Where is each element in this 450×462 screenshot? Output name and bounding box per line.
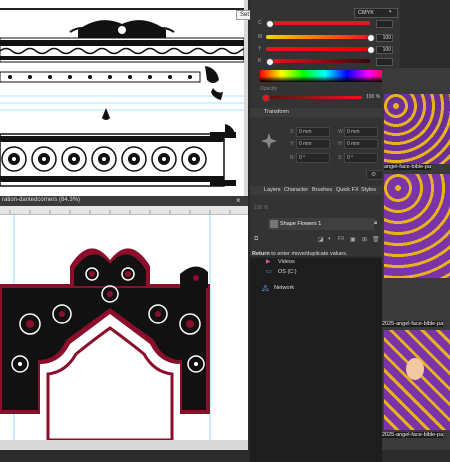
layers-panel: Layers Character Brushes Quick FX Styles…	[250, 186, 400, 256]
add-layer-icon[interactable]: ⧉	[254, 236, 258, 243]
thumbnail-caption-2: 2025-angel-face-bible-pa	[382, 321, 444, 327]
mask-icon[interactable]: ◪	[318, 236, 324, 243]
file-explorer-panel: ▶ Videos ▭ OS (C:) 🖧︎ Network	[250, 258, 382, 462]
transform-panel: Transform X: 0 mm W: 0 mm Y: 0 mm H: 0 m…	[250, 108, 400, 186]
adjustment-icon[interactable]: ◐	[328, 236, 332, 242]
channel-knob-m[interactable]	[367, 34, 375, 42]
tab-quick-fx[interactable]: Quick FX	[336, 187, 359, 193]
spectrum-shade	[260, 76, 390, 82]
opacity-label: Opacity	[260, 86, 277, 92]
chevron-down-icon: ▾	[389, 9, 392, 15]
color-panel: CMYK ▾ C M 100 Y 100 K Opacity 100 %	[250, 0, 400, 108]
channel-label-y: Y	[258, 46, 262, 52]
drive-icon: ▭	[266, 269, 272, 275]
snap-icon: ⚙	[371, 172, 377, 178]
explorer-label-network: Network	[274, 285, 295, 291]
w-field[interactable]: 0 mm	[344, 127, 378, 137]
layers-tab-bar: Layers Character Brushes Quick FX Styles	[250, 186, 400, 195]
y-field[interactable]: 0 mm	[296, 139, 330, 149]
layer-opacity-value[interactable]: 100 %	[254, 205, 268, 211]
explorer-item-network[interactable]: 🖧︎ Network	[254, 284, 364, 294]
channel-knob-c[interactable]	[266, 20, 274, 28]
tab-character[interactable]: Character	[284, 187, 308, 193]
channel-label-c: C	[258, 20, 262, 26]
opacity-knob[interactable]	[262, 94, 270, 102]
thumbnail-1[interactable]	[384, 94, 450, 164]
explorer-label-videos: Videos	[278, 259, 295, 265]
thumbnail-caption-3: 2025-angel-face-bible-pa	[382, 432, 444, 438]
transform-header: Transform	[250, 108, 400, 117]
opacity-value[interactable]: 100 %	[366, 94, 380, 100]
color-mode-value: CMYK	[358, 10, 374, 16]
document-window-bottom[interactable]: ration-dantedcorners (84.3%) ×	[0, 196, 248, 450]
arch-ornament-artwork	[0, 214, 211, 440]
delete-layer-icon[interactable]: 🗑︎	[372, 236, 380, 243]
rotation-field[interactable]: 0 °	[296, 153, 330, 163]
opacity-slider[interactable]	[262, 96, 362, 99]
tab-layers[interactable]: Layers	[264, 187, 281, 193]
x-field[interactable]: 0 mm	[296, 127, 330, 137]
channel-slider-m[interactable]	[266, 35, 370, 39]
h-label: H:	[338, 141, 343, 147]
document-title[interactable]: ration-dantedcorners (84.3%)	[2, 197, 80, 203]
s-label: S:	[338, 155, 343, 161]
r-label: R:	[290, 155, 295, 161]
channel-slider-y[interactable]	[266, 47, 370, 51]
channel-label-m: M	[258, 34, 263, 40]
explorer-label-os-drive: OS (C:)	[278, 269, 297, 275]
layer-thumbnail	[270, 220, 278, 228]
fx-icon[interactable]: FX	[338, 236, 344, 242]
status-hint-text: to enter move/duplicate values.	[269, 251, 348, 257]
explorer-item-os-drive[interactable]: ▭ OS (C:)	[260, 268, 370, 278]
layer-row[interactable]: Shape Flowers 1	[268, 218, 374, 230]
angel-face-image	[406, 358, 424, 380]
thumbnail-3[interactable]	[384, 330, 450, 430]
layers-toolbar: ⧉ ◪ ◐ FX ▣ ⊞ 🗑︎	[254, 236, 394, 246]
transform-title[interactable]: Transform	[264, 109, 289, 115]
document-canvas-top[interactable]	[0, 0, 248, 196]
lock-icon[interactable]: 🔒︎	[374, 220, 377, 227]
channel-slider-k[interactable]	[266, 59, 370, 63]
channel-knob-y[interactable]	[367, 46, 375, 54]
explorer-item-videos[interactable]: ▶ Videos	[260, 258, 370, 268]
tab-brushes[interactable]: Brushes	[312, 187, 332, 193]
ornament-artwork-top	[0, 0, 244, 187]
x-label: X:	[290, 129, 295, 135]
h-field[interactable]: 0 mm	[344, 139, 378, 149]
channel-value-y[interactable]: 100	[376, 46, 393, 54]
vertical-scrollbar[interactable]	[244, 0, 248, 196]
y-label: Y:	[290, 141, 295, 147]
channel-value-m[interactable]: 100	[376, 34, 393, 42]
network-icon: 🖧︎	[262, 286, 269, 292]
color-mode-select[interactable]: CMYK ▾	[354, 8, 398, 18]
status-bar	[0, 440, 248, 450]
close-icon[interactable]: ×	[236, 196, 241, 205]
channel-slider-c[interactable]	[266, 21, 370, 25]
layer-name[interactable]: Shape Flowers 1	[280, 221, 321, 227]
group-icon[interactable]: ▣	[350, 236, 356, 243]
anchor-point-icon[interactable]	[260, 132, 278, 150]
duplicate-icon[interactable]: ⊞	[362, 236, 367, 243]
channel-label-k: K	[258, 58, 262, 64]
shear-field[interactable]: 0 °	[344, 153, 378, 163]
status-hint-key: Return	[252, 251, 270, 257]
channel-value-c[interactable]	[376, 20, 393, 28]
status-hint: Return to enter move/duplicate values.	[252, 251, 347, 257]
tab-styles[interactable]: Styles	[361, 187, 376, 193]
videos-icon: ▶	[266, 259, 271, 265]
image-thumbnail-strip: angel-face-bible-pa 2025-angel-face-bibl…	[382, 68, 450, 450]
channel-value-k[interactable]	[376, 58, 393, 66]
thumbnail-caption-1: angel-face-bible-pa	[384, 164, 432, 170]
thumbnail-2[interactable]	[384, 174, 450, 278]
channel-knob-k[interactable]	[266, 58, 274, 66]
